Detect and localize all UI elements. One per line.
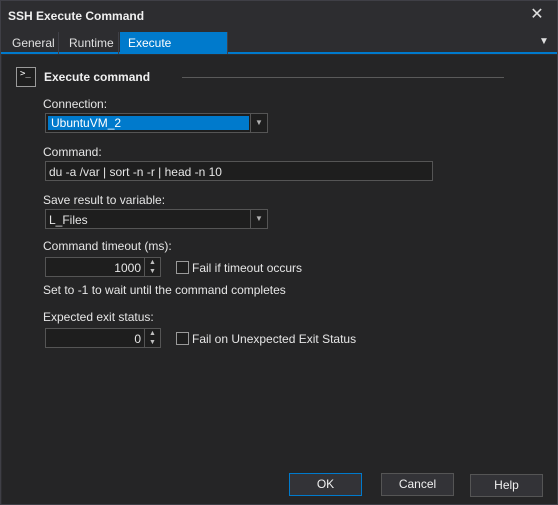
- timeout-stepper[interactable]: 1000 ▲ ▼: [45, 257, 161, 277]
- save-result-value: L_Files: [49, 213, 88, 227]
- window-title: SSH Execute Command: [8, 9, 145, 23]
- save-result-label: Save result to variable:: [43, 193, 166, 207]
- exit-status-value: 0: [134, 332, 141, 346]
- spin-up-icon[interactable]: ▲: [145, 258, 160, 267]
- section-divider: [182, 77, 504, 78]
- section-title: Execute command: [44, 70, 151, 84]
- title-bar: SSH Execute Command ✕: [1, 1, 557, 31]
- close-icon[interactable]: ✕: [527, 5, 547, 25]
- tab-strip: General Runtime Execute Command ▼: [1, 31, 557, 72]
- fail-timeout-label: Fail if timeout occurs: [192, 261, 303, 275]
- terminal-icon: >_: [16, 67, 36, 87]
- connection-value: UbuntuVM_2: [48, 116, 249, 130]
- fail-exit-status-checkbox[interactable]: [176, 332, 189, 345]
- command-input[interactable]: du -a /var | sort -n -r | head -n 10: [45, 161, 433, 181]
- dialog-window: SSH Execute Command ✕ General Runtime Ex…: [0, 0, 558, 505]
- fail-timeout-checkbox[interactable]: [176, 261, 189, 274]
- chevron-down-icon[interactable]: ▼: [250, 210, 267, 228]
- chevron-down-icon[interactable]: ▼: [537, 34, 551, 50]
- save-result-combo[interactable]: L_Files ▼: [45, 209, 268, 229]
- tab-runtime[interactable]: Runtime: [61, 32, 119, 54]
- tab-execute-command[interactable]: Execute Command: [120, 32, 228, 72]
- spin-down-icon[interactable]: ▼: [145, 267, 160, 276]
- ok-button[interactable]: OK: [289, 473, 362, 496]
- cancel-button[interactable]: Cancel: [381, 473, 454, 496]
- help-button[interactable]: Help: [470, 474, 543, 497]
- timeout-value: 1000: [114, 261, 141, 275]
- fail-exit-status-label: Fail on Unexpected Exit Status: [192, 332, 357, 346]
- timeout-hint: Set to -1 to wait until the command comp…: [43, 283, 286, 297]
- connection-label: Connection:: [43, 97, 108, 111]
- tab-panel: >_ Execute command Connection: UbuntuVM_…: [2, 55, 557, 504]
- timeout-label: Command timeout (ms):: [43, 239, 172, 253]
- tab-general[interactable]: General: [4, 32, 59, 54]
- timeout-spin-buttons: ▲ ▼: [144, 258, 160, 276]
- command-label: Command:: [43, 145, 102, 159]
- terminal-glyph: >_: [20, 69, 31, 79]
- spin-up-icon[interactable]: ▲: [145, 329, 160, 338]
- spin-down-icon[interactable]: ▼: [145, 338, 160, 347]
- exit-status-spin-buttons: ▲ ▼: [144, 329, 160, 347]
- chevron-down-icon[interactable]: ▼: [250, 114, 267, 132]
- exit-status-label: Expected exit status:: [43, 310, 154, 324]
- connection-combo[interactable]: UbuntuVM_2 ▼: [45, 113, 268, 133]
- exit-status-stepper[interactable]: 0 ▲ ▼: [45, 328, 161, 348]
